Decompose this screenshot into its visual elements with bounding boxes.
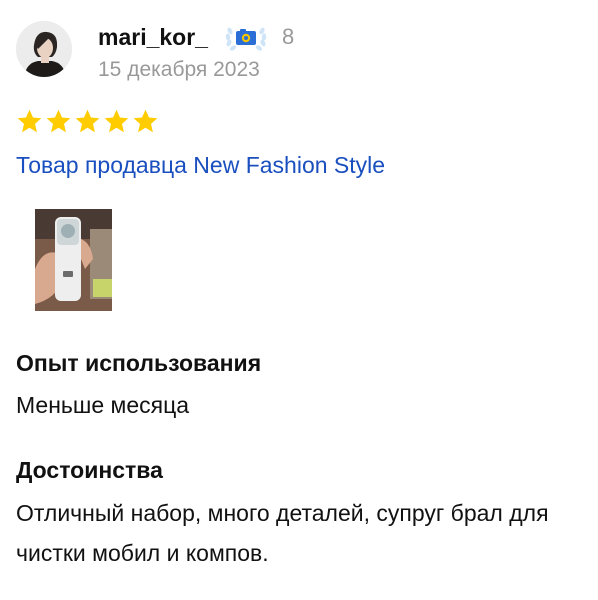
- avatar-image: [16, 21, 72, 77]
- experience-text: Меньше месяца: [16, 392, 190, 418]
- camera-laurel-icon: [223, 23, 269, 51]
- experience-title: Опыт использования: [16, 350, 262, 376]
- star-icon: [75, 109, 100, 133]
- user-avatar[interactable]: [16, 21, 72, 77]
- review-photo-thumbnail[interactable]: [35, 209, 112, 311]
- seller-link[interactable]: Товар продавца New Fashion Style: [16, 150, 385, 180]
- star-icon: [46, 109, 71, 133]
- badge-count: 8: [282, 24, 295, 49]
- star-icon: [104, 109, 129, 133]
- review-date: 15 декабря 2023: [98, 58, 260, 81]
- star-icon: [17, 109, 42, 133]
- username-link[interactable]: mari_kor_: [98, 23, 208, 51]
- star-icon: [133, 109, 158, 133]
- product-photo-image: [35, 209, 112, 311]
- review-header: mari_kor_ 8 15 декабря 2023: [16, 20, 576, 81]
- rating-stars: [16, 108, 159, 136]
- pros-title: Достоинства: [16, 457, 163, 483]
- pros-text: Отличный набор, много деталей, супруг бр…: [16, 500, 549, 566]
